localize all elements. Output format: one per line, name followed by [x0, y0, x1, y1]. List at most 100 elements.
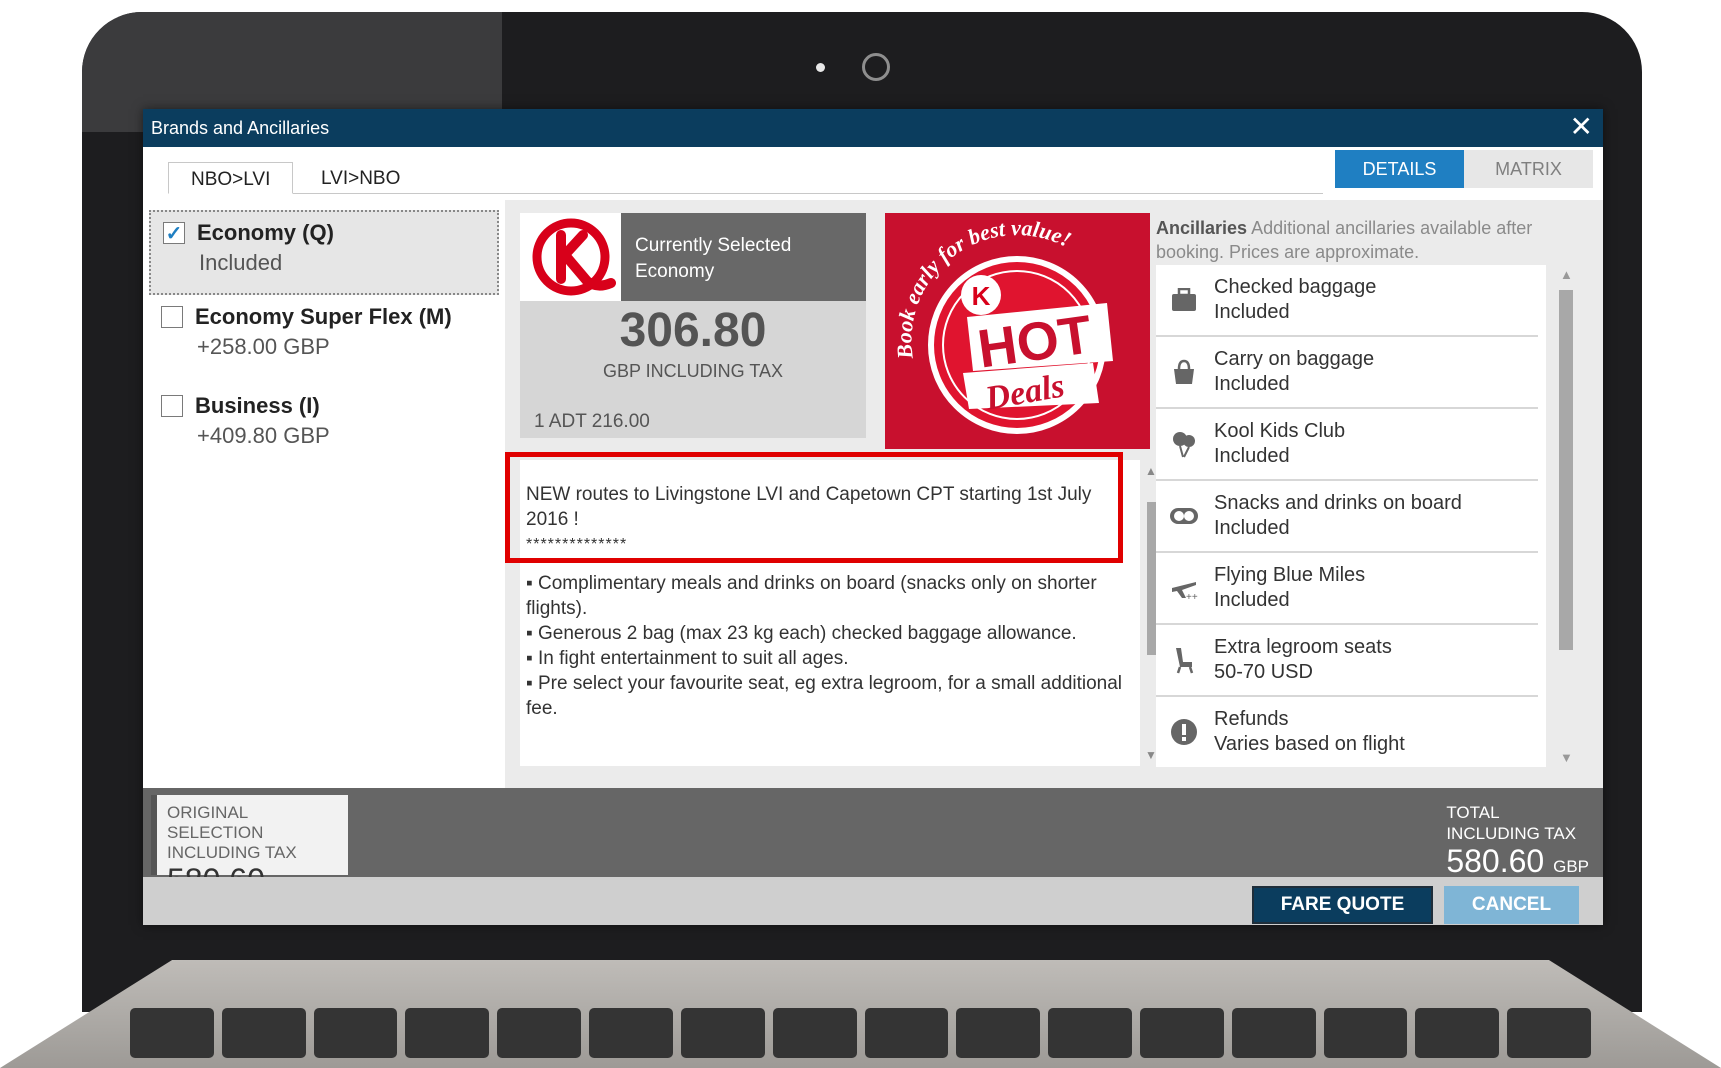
tab-route-outbound[interactable]: NBO>LVI	[168, 162, 294, 194]
ancillary-name: Carry on baggage	[1214, 348, 1375, 370]
description-list: ▪ Complimentary meals and drinks on boar…	[526, 571, 1134, 721]
hot-deals-image: Book early for best value! K HOT Deals	[885, 213, 1150, 449]
key	[956, 1008, 1041, 1058]
fare-name: Economy (Q)	[197, 220, 334, 245]
ancillary-value: Included	[1214, 589, 1290, 611]
dialog-actions: FARE QUOTE CANCEL	[143, 877, 1603, 925]
brands-dialog: Brands and Ancillaries ✕ NBO>LVI LVI>NBO…	[143, 109, 1603, 925]
ancillary-name: Flying Blue Miles	[1214, 564, 1366, 586]
key	[405, 1008, 490, 1058]
ancillary-name: Snacks and drinks on board	[1214, 492, 1462, 514]
totals-bar: ORIGINAL SELECTION INCLUDING TAX 580.60 …	[143, 788, 1603, 897]
ancillary-value: Included	[1214, 373, 1290, 395]
brand-summary: Currently Selected Economy 306.80 GBP IN…	[520, 213, 866, 438]
ancillary-item: Kool Kids Club Included	[1156, 409, 1538, 481]
ancillary-value: Included	[1214, 445, 1290, 467]
scroll-up-icon[interactable]: ▲	[1560, 267, 1573, 282]
description-bullet: ▪ Pre select your favourite seat, eg ext…	[526, 673, 1123, 719]
fare-quote-button[interactable]: FARE QUOTE	[1252, 886, 1433, 924]
scroll-down-icon[interactable]: ▼	[1560, 750, 1573, 765]
fare-option-economy-super-flex[interactable]: Economy Super Flex (M) +258.00 GBP	[149, 296, 499, 368]
ancillary-value: Included	[1214, 301, 1290, 323]
description-bullet: ▪ In fight entertainment to suit all age…	[526, 648, 849, 669]
dialog-titlebar: Brands and Ancillaries ✕	[143, 109, 1603, 147]
ancillary-name: Extra legroom seats	[1214, 636, 1392, 658]
ancillary-value: 50-70 USD	[1214, 661, 1313, 683]
total-amount: 580.60	[1446, 843, 1545, 879]
ancillary-value: Varies based on flight	[1214, 733, 1405, 755]
tab-route-return[interactable]: LVI>NBO	[299, 162, 422, 194]
total-label-tax: INCLUDING TAX	[1446, 824, 1577, 843]
hot-deals-banner: Book early for best value! K HOT Deals	[885, 213, 1150, 449]
fare-option-business[interactable]: Business (I) +409.80 GBP	[149, 385, 499, 457]
key	[589, 1008, 673, 1058]
fare-price: +409.80 GBP	[197, 423, 330, 448]
airline-logo	[520, 213, 621, 301]
description-bullet: ▪ Complimentary meals and drinks on boar…	[526, 573, 1097, 619]
dialog-title: Brands and Ancillaries	[151, 117, 330, 138]
ancillary-item: Refunds Varies based on flight	[1156, 697, 1538, 767]
key	[680, 1008, 765, 1058]
fare-name: Economy Super Flex (M)	[195, 304, 452, 329]
webcam-light-icon	[816, 63, 825, 72]
cancel-button[interactable]: CANCEL	[1444, 886, 1579, 924]
screenshot-stage: Brands and Ancillaries ✕ NBO>LVI LVI>NBO…	[0, 0, 1721, 1068]
matrix-toggle[interactable]: MATRIX	[1464, 150, 1593, 188]
key	[130, 1008, 214, 1058]
ancillaries-list: Checked baggage Included Carry on baggag…	[1156, 265, 1546, 767]
details-toggle[interactable]: DETAILS	[1335, 150, 1464, 188]
original-selection: ORIGINAL SELECTION INCLUDING TAX 580.60	[151, 795, 348, 897]
kenya-airways-logo-icon	[532, 218, 616, 296]
seat-icon	[1168, 644, 1200, 676]
brand-name: Economy	[635, 261, 715, 282]
ancillaries-scrollbar[interactable]: ▲ ▼	[1553, 265, 1579, 767]
total-currency: GBP	[1553, 857, 1589, 876]
checkbox-checked[interactable]: ✓	[163, 222, 185, 245]
checkbox-unchecked[interactable]	[161, 306, 183, 328]
current-selection-band: Currently Selected Economy	[621, 213, 866, 301]
key	[497, 1008, 582, 1058]
fare-price: +258.00 GBP	[197, 334, 330, 359]
key	[1323, 1008, 1408, 1058]
ancillary-item: Checked baggage Included	[1156, 265, 1538, 337]
passenger-breakdown: 1 ADT 216.00	[534, 411, 650, 432]
fare-option-economy[interactable]: ✓ Economy (Q) Included	[149, 210, 499, 295]
scroll-thumb[interactable]	[1559, 290, 1573, 650]
key	[772, 1008, 857, 1058]
promo-logo-letter: K	[972, 281, 991, 311]
balloon-icon	[1168, 428, 1200, 460]
ancillary-item: Extra legroom seats 50-70 USD	[1156, 625, 1538, 697]
key	[864, 1008, 949, 1058]
svg-text:++: ++	[1186, 592, 1198, 600]
total-label: TOTAL	[1446, 803, 1500, 822]
price-note: GBP INCLUDING TAX	[602, 361, 784, 381]
keyboard	[130, 1008, 1591, 1068]
key	[1048, 1008, 1132, 1058]
key	[1415, 1008, 1500, 1058]
checkbox-unchecked[interactable]	[161, 395, 183, 417]
ancillary-item: ++ Flying Blue Miles Included	[1156, 553, 1538, 625]
key	[221, 1008, 306, 1058]
original-label-tax: INCLUDING TAX	[167, 843, 297, 862]
route-tabbar: NBO>LVI LVI>NBO DETAILS MATRIX	[143, 147, 1603, 200]
cutlery-icon	[1168, 500, 1200, 532]
ancillary-value: Included	[1214, 517, 1290, 539]
close-button[interactable]: ✕	[1570, 112, 1593, 142]
total-summary: TOTAL INCLUDING TAX 580.60 GBP	[1446, 802, 1589, 884]
annotation-highlight-box	[505, 452, 1123, 563]
original-label: ORIGINAL SELECTION	[167, 803, 264, 842]
status-line: Currently Selected	[635, 235, 792, 256]
bag-icon	[1168, 356, 1200, 388]
ancillary-name: Checked baggage	[1214, 276, 1377, 298]
ancillary-item: Snacks and drinks on board Included	[1156, 481, 1538, 553]
key	[1507, 1008, 1591, 1058]
key	[1139, 1008, 1224, 1058]
dialog-content: ✓ Economy (Q) Included Economy Super Fle…	[143, 200, 1603, 788]
description-bullet: ▪ Generous 2 bag (max 23 kg each) checke…	[526, 623, 1077, 644]
fare-list: ✓ Economy (Q) Included Economy Super Fle…	[143, 200, 505, 788]
fare-name: Business (I)	[195, 393, 320, 418]
key	[313, 1008, 398, 1058]
plane-icon: ++	[1168, 572, 1200, 604]
brand-price: 306.80	[619, 304, 767, 357]
ancillaries-header: Ancillaries Additional ancillaries avail…	[1156, 216, 1591, 264]
